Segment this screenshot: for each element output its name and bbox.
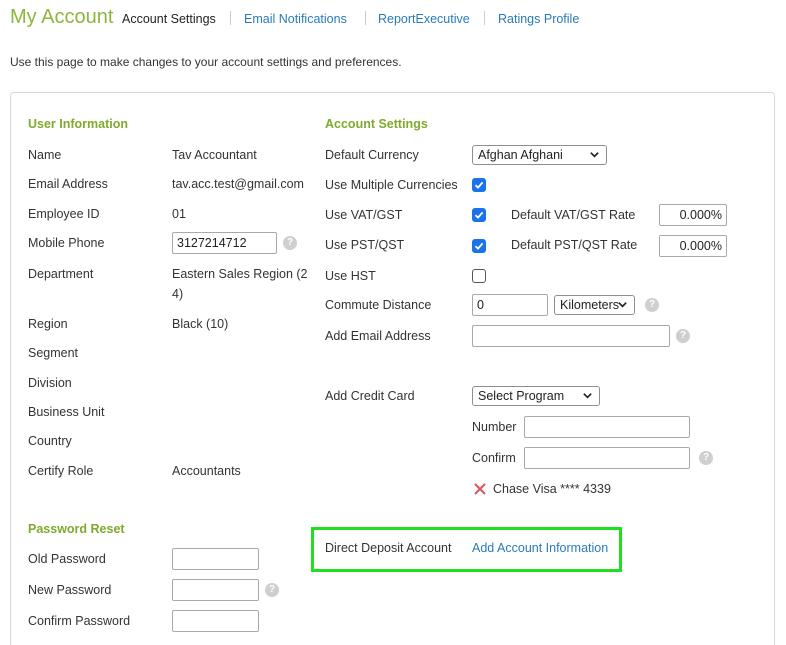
default-currency-label: Default Currency xyxy=(325,148,419,162)
certify-role-value: Accountants xyxy=(172,464,241,478)
chevron-down-icon xyxy=(618,302,627,308)
help-icon[interactable]: ? xyxy=(699,451,713,465)
region-label: Region xyxy=(28,317,68,331)
tab-separator xyxy=(230,11,231,25)
tab-separator xyxy=(365,11,366,25)
distance-unit-select[interactable]: Kilometers xyxy=(554,295,635,315)
new-password-label: New Password xyxy=(28,583,112,597)
existing-card: Chase Visa **** 4339 xyxy=(493,482,611,496)
intro-text: Use this page to make changes to your ac… xyxy=(10,55,402,69)
add-email-input[interactable] xyxy=(472,325,670,347)
card-confirm-label: Confirm xyxy=(472,451,516,465)
add-account-information-link[interactable]: Add Account Information xyxy=(472,541,608,555)
department-label: Department xyxy=(28,267,94,281)
add-email-label: Add Email Address xyxy=(325,329,431,343)
card-confirm-input[interactable] xyxy=(524,447,690,469)
email-label: Email Address xyxy=(28,177,108,191)
program-select-value: Select Program xyxy=(478,389,565,403)
program-select[interactable]: Select Program xyxy=(472,386,600,406)
checkmark-icon xyxy=(474,211,484,219)
help-icon[interactable]: ? xyxy=(676,329,690,343)
user-info-title: User Information xyxy=(28,117,129,131)
segment-label: Segment xyxy=(28,346,79,360)
employee-id-value: 01 xyxy=(172,207,186,221)
business-unit-label: Business Unit xyxy=(28,405,105,419)
vat-checkbox[interactable] xyxy=(472,208,486,222)
direct-deposit-label: Direct Deposit Account xyxy=(325,541,452,555)
region-value: Black (10) xyxy=(172,317,229,331)
hst-label: Use HST xyxy=(325,269,376,283)
password-reset-title: Password Reset xyxy=(28,522,125,536)
pst-checkbox[interactable] xyxy=(472,239,486,253)
checkmark-icon xyxy=(474,242,484,250)
currency-select-value: Afghan Afghani xyxy=(478,148,563,162)
hst-checkbox[interactable] xyxy=(472,269,486,283)
department-value: Eastern Sales Region (2 xyxy=(172,267,308,281)
commute-distance-input[interactable] xyxy=(472,294,548,316)
employee-id-label: Employee ID xyxy=(28,207,100,221)
account-settings-title: Account Settings xyxy=(325,117,428,131)
department-value-cont: 4) xyxy=(172,287,184,301)
distance-unit-value: Kilometers xyxy=(560,298,620,312)
chevron-down-icon xyxy=(590,152,599,158)
card-number-input[interactable] xyxy=(524,416,690,438)
name-value: Tav Accountant xyxy=(172,148,257,162)
vat-rate-label: Default VAT/GST Rate xyxy=(511,208,636,222)
name-label: Name xyxy=(28,148,62,162)
confirm-password-label: Confirm Password xyxy=(28,614,131,628)
certify-role-label: Certify Role xyxy=(28,464,94,478)
tab-ratings-profile[interactable]: Ratings Profile xyxy=(498,12,579,26)
pst-rate-label: Default PST/QST Rate xyxy=(511,238,638,252)
country-label: Country xyxy=(28,434,72,448)
close-icon[interactable] xyxy=(473,482,487,496)
add-credit-card-label: Add Credit Card xyxy=(325,389,415,403)
multiple-currencies-checkbox[interactable] xyxy=(472,178,486,192)
pst-rate-input[interactable] xyxy=(659,235,727,257)
vat-rate-input[interactable] xyxy=(659,204,727,226)
division-label: Division xyxy=(28,376,72,390)
tab-account-settings[interactable]: Account Settings xyxy=(122,12,216,26)
tab-separator xyxy=(484,11,485,25)
multiple-currencies-label: Use Multiple Currencies xyxy=(325,178,458,192)
email-value: tav.acc.test@gmail.com xyxy=(172,177,304,191)
confirm-password-input[interactable] xyxy=(172,610,259,632)
help-icon[interactable]: ? xyxy=(265,583,279,597)
card-number-label: Number xyxy=(472,420,517,434)
mobile-phone-label: Mobile Phone xyxy=(28,236,105,250)
currency-select[interactable]: Afghan Afghani xyxy=(472,145,607,165)
commute-distance-label: Commute Distance xyxy=(325,298,432,312)
mobile-phone-input[interactable] xyxy=(172,232,277,254)
help-icon[interactable]: ? xyxy=(645,298,659,312)
vat-label: Use VAT/GST xyxy=(325,208,403,222)
chevron-down-icon xyxy=(583,393,592,399)
help-icon[interactable]: ? xyxy=(283,236,297,250)
old-password-label: Old Password xyxy=(28,552,106,566)
tab-email-notifications[interactable]: Email Notifications xyxy=(244,12,347,26)
tab-report-executive[interactable]: ReportExecutive xyxy=(378,12,470,26)
new-password-input[interactable] xyxy=(172,579,259,601)
old-password-input[interactable] xyxy=(172,548,259,570)
pst-label: Use PST/QST xyxy=(325,238,405,252)
page-title: My Account xyxy=(10,6,114,28)
checkmark-icon xyxy=(474,181,484,189)
